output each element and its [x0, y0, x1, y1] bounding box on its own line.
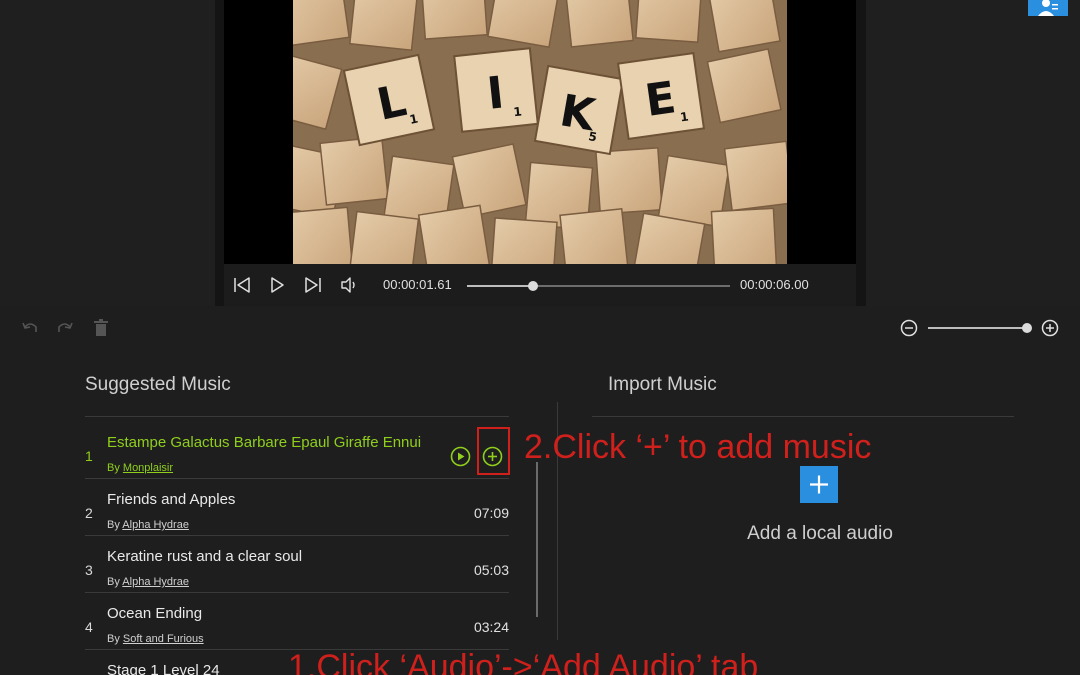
- current-time: 00:00:01.61: [383, 277, 452, 292]
- list-scrollbar[interactable]: [536, 462, 538, 617]
- zoom-handle[interactable]: [1022, 323, 1032, 333]
- track-title: Friends and Apples: [107, 491, 236, 508]
- seek-handle[interactable]: [527, 281, 538, 291]
- track-byline: By Alpha Hydrae: [107, 519, 189, 531]
- skip-forward-icon[interactable]: [303, 275, 323, 295]
- list-item[interactable]: 4 Ocean Ending By Soft and Furious 03:24: [85, 593, 509, 650]
- track-title: Ocean Ending: [107, 605, 203, 622]
- volume-icon[interactable]: [339, 275, 359, 295]
- zoom-out-icon[interactable]: [899, 318, 919, 338]
- track-title: Stage 1 Level 24: [107, 662, 220, 675]
- annotation-step-1: 1.Click ‘Audio’->‘Add Audio’ tab: [288, 648, 759, 675]
- suggested-music-list: 1 Estampe Galactus Barbare Epaul Giraffe…: [85, 417, 509, 675]
- skip-back-icon[interactable]: [232, 275, 252, 295]
- annotation-step-2: 2.Click ‘+’ to add music: [524, 428, 872, 466]
- track-number: 4: [85, 619, 93, 635]
- list-item[interactable]: 3 Keratine rust and a clear soul By Alph…: [85, 536, 509, 593]
- track-byline: By Monplaisir: [107, 462, 174, 474]
- track-artist-link[interactable]: Soft and Furious: [123, 633, 204, 645]
- add-local-audio-label: Add a local audio: [747, 523, 893, 544]
- player-controls: 00:00:01.61 00:00:06.00: [224, 264, 856, 306]
- preview-image: L 1 I 1 K 5 E 1: [293, 0, 787, 264]
- user-icon: [1038, 0, 1058, 16]
- list-item[interactable]: 2 Friends and Apples By Alpha Hydrae 07:…: [85, 479, 509, 536]
- plus-icon: [810, 475, 828, 494]
- undo-icon[interactable]: [20, 318, 40, 338]
- track-duration: 03:24: [473, 619, 509, 635]
- track-byline: By Alpha Hydrae: [107, 576, 189, 588]
- suggested-music-title: Suggested Music: [85, 374, 231, 395]
- track-number: 2: [85, 505, 93, 521]
- svg-text:1: 1: [513, 104, 523, 119]
- annotation-highlight-box: [477, 427, 510, 475]
- add-local-audio-button[interactable]: [800, 466, 838, 503]
- zoom-in-icon[interactable]: [1040, 318, 1060, 338]
- track-artist-link[interactable]: Monplaisir: [123, 462, 173, 474]
- zoom-slider[interactable]: [928, 327, 1027, 329]
- video-preview: L 1 I 1 K 5 E 1: [224, 0, 856, 264]
- redo-icon[interactable]: [55, 318, 75, 338]
- track-byline: By Soft and Furious: [107, 633, 204, 645]
- timeline-toolbar: [0, 306, 1080, 350]
- track-number: 3: [85, 562, 93, 578]
- right-side-panel: [866, 0, 1080, 306]
- play-icon[interactable]: [267, 275, 287, 295]
- track-title: Keratine rust and a clear soul: [107, 548, 303, 565]
- list-item[interactable]: 1 Estampe Galactus Barbare Epaul Giraffe…: [85, 422, 509, 479]
- import-divider: [592, 416, 1014, 417]
- track-artist-link[interactable]: Alpha Hydrae: [122, 519, 189, 531]
- seek-progress: [467, 285, 533, 287]
- track-title: Estampe Galactus Barbare Epaul Giraffe E…: [107, 434, 422, 451]
- total-time: 00:00:06.00: [740, 277, 809, 292]
- track-duration: 07:09: [473, 505, 509, 521]
- play-track-icon[interactable]: [450, 446, 471, 467]
- left-side-panel: [0, 0, 215, 306]
- seek-slider[interactable]: [467, 281, 730, 291]
- track-duration: 05:03: [473, 562, 509, 578]
- user-account-button[interactable]: [1028, 0, 1068, 16]
- track-number: 1: [85, 448, 93, 464]
- track-artist-link[interactable]: Alpha Hydrae: [122, 576, 189, 588]
- delete-icon[interactable]: [91, 318, 111, 338]
- import-music-title: Import Music: [608, 374, 717, 395]
